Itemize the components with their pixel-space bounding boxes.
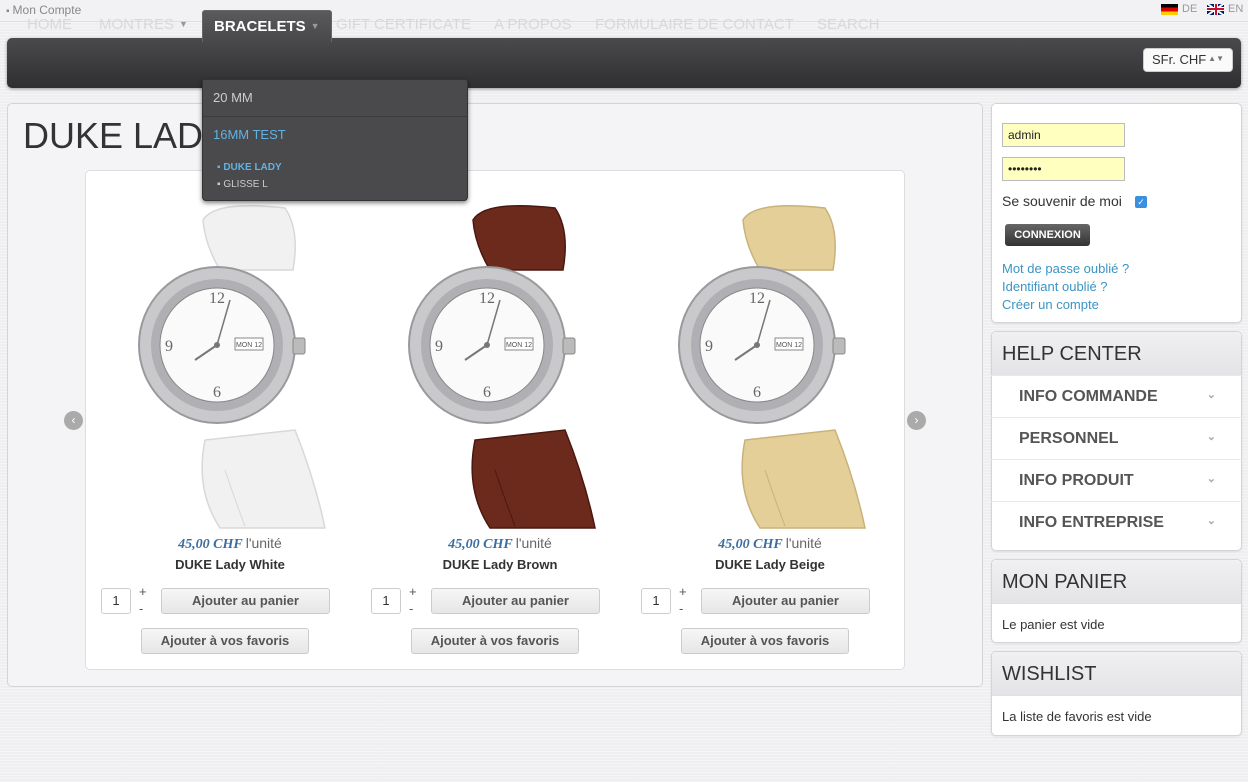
quantity-plus-button[interactable]: + [139,584,147,599]
chevron-down-icon: ⌄ [1206,473,1216,485]
price-amount: 45,00 CHF [448,537,513,552]
chevron-down-icon: ⌄ [1206,515,1216,527]
nav-montres[interactable]: MONTRES ▼ [99,0,188,50]
svg-text:6: 6 [213,384,221,401]
product-name[interactable]: DUKE Lady White [105,557,355,572]
help-item-info-entreprise[interactable]: INFO ENTREPRISE ⌄ [991,501,1242,543]
chevron-down-icon: ▼ [179,19,188,29]
help-item-info-produit[interactable]: INFO PRODUIT ⌄ [991,459,1242,501]
product-price: 45,00 CHF l'unité [375,535,625,553]
dropdown-subitem-duke-lady[interactable]: ▪ DUKE LADY [217,162,282,173]
svg-text:MON 12: MON 12 [236,342,262,349]
product-price: 45,00 CHF l'unité [645,535,895,553]
chevron-down-icon: ▼ [310,21,320,31]
price-unit: l'unité [245,535,282,551]
add-to-favorites-button[interactable]: Ajouter à vos favoris [141,628,309,654]
remember-me-checkbox[interactable]: ✓ [1135,196,1147,208]
currency-select[interactable]: SFr. CHF ▲▼ [1143,48,1233,72]
price-unit: l'unité [785,535,822,551]
dropdown-item-16mm-test[interactable]: 16MM TEST [213,127,286,142]
svg-text:MON 12: MON 12 [506,342,532,349]
bullet-icon: ▪ [6,6,10,17]
dropdown-divider [203,116,467,117]
svg-text:12: 12 [479,290,495,307]
quantity-input[interactable]: 1 [101,588,131,614]
quantity-plus-button[interactable]: + [679,584,687,599]
cart-empty-text: Le panier est vide [1002,617,1105,632]
page-title: DUKE LADY [23,115,228,156]
svg-text:9: 9 [165,338,173,355]
nav-contact-form[interactable]: FORMULAIRE DE CONTACT [595,0,794,50]
price-unit: l'unité [515,535,552,551]
svg-text:6: 6 [483,384,491,401]
wishlist-empty-text: La liste de favoris est vide [1002,709,1152,724]
quantity-minus-button[interactable]: - [139,601,143,616]
product-card: 12 6 9 MON 12 45,00 CHF l'unité DUKE Lady… [101,195,355,665]
add-to-cart-button[interactable]: Ajouter au panier [701,588,870,614]
add-to-favorites-button[interactable]: Ajouter à vos favoris [681,628,849,654]
quantity-input[interactable]: 1 [641,588,671,614]
product-card: 12 6 9 MON 12 45,00 CHF l'unité DUKE Lady… [371,195,625,665]
add-to-cart-button[interactable]: Ajouter au panier [431,588,600,614]
username-field[interactable] [1002,123,1125,147]
help-center-title: HELP CENTER [992,332,1241,376]
svg-text:12: 12 [749,290,765,307]
uk-flag-icon [1207,3,1224,15]
product-card: 12 6 9 MON 12 45,00 CHF l'unité DUKE Lady… [641,195,895,665]
select-arrows-icon: ▲▼ [1208,54,1224,63]
svg-text:9: 9 [705,338,713,355]
svg-text:6: 6 [753,384,761,401]
create-account-link[interactable]: Créer un compte [1002,297,1099,312]
quantity-input[interactable]: 1 [371,588,401,614]
dropdown-subitem-glisse-l[interactable]: ▪ GLISSE L [217,179,268,190]
svg-text:MON 12: MON 12 [776,342,802,349]
bracelets-dropdown: 20 MM 16MM TEST ▪ DUKE LADY ▪ GLISSE L [202,79,468,201]
quantity-minus-button[interactable]: - [409,601,413,616]
price-amount: 45,00 CHF [718,537,783,552]
chevron-down-icon: ⌄ [1206,431,1216,443]
price-amount: 45,00 CHF [178,537,243,552]
wishlist-title: WISHLIST [992,652,1241,696]
help-item-personnel[interactable]: PERSONNEL ⌄ [991,417,1242,459]
cart-title: MON PANIER [992,560,1241,604]
nav-bracelets[interactable]: BRACELETS ▼ [202,10,332,42]
login-button[interactable]: CONNEXION [1005,224,1090,246]
chevron-down-icon: ⌄ [1206,389,1216,401]
nav-search[interactable]: SEARCH [817,0,880,50]
svg-text:12: 12 [209,290,225,307]
quantity-minus-button[interactable]: - [679,601,683,616]
nav-gift-certificate[interactable]: GIFT CERTIFICATE [336,0,471,50]
german-flag-icon [1161,3,1178,15]
product-price: 45,00 CHF l'unité [105,535,355,553]
quantity-plus-button[interactable]: + [409,584,417,599]
add-to-favorites-button[interactable]: Ajouter à vos favoris [411,628,579,654]
add-to-cart-button[interactable]: Ajouter au panier [161,588,330,614]
product-name[interactable]: DUKE Lady Brown [375,557,625,572]
cart-box: MON PANIER Le panier est vide [991,559,1242,643]
lang-en-label: EN [1228,3,1244,15]
lang-de[interactable]: DE [1161,3,1197,15]
forgot-username-link[interactable]: Identifiant oublié ? [1002,279,1108,294]
product-image[interactable]: 12 6 9 MON 12 [665,200,875,530]
password-field[interactable] [1002,157,1125,181]
remember-me-label: Se souvenir de moi [1002,193,1122,209]
lang-de-label: DE [1182,3,1198,15]
svg-text:9: 9 [435,338,443,355]
help-item-info-commande[interactable]: INFO COMMANDE ⌄ [991,375,1242,417]
carousel-prev-icon[interactable]: ‹ [64,411,83,430]
nav-home[interactable]: HOME [27,0,72,50]
product-name[interactable]: DUKE Lady Beige [645,557,895,572]
carousel-next-icon[interactable]: › [907,411,926,430]
forgot-password-link[interactable]: Mot de passe oublié ? [1002,261,1129,276]
product-image[interactable]: 12 6 9 MON 12 [125,200,335,530]
product-image[interactable]: 12 6 9 MON 12 [395,200,605,530]
dropdown-item-20mm[interactable]: 20 MM [213,90,253,105]
lang-en[interactable]: EN [1207,3,1243,15]
nav-a-propos[interactable]: A PROPOS [494,0,572,50]
wishlist-box: WISHLIST La liste de favoris est vide [991,651,1242,736]
